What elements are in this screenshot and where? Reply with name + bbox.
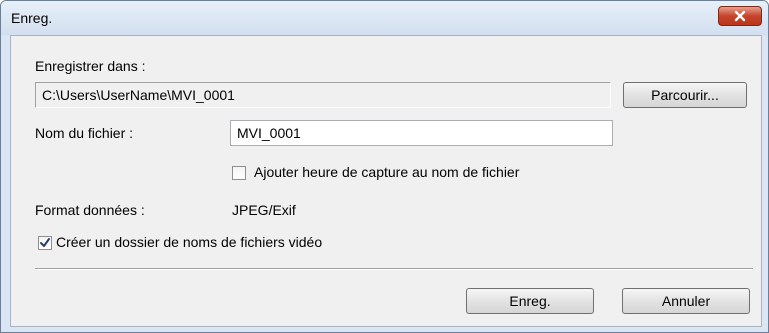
close-icon bbox=[733, 10, 747, 22]
create-folder-label[interactable]: Créer un dossier de noms de fichiers vid… bbox=[56, 234, 322, 250]
save-dialog-window: Enreg. Enregistrer dans : C:\Users\UserN… bbox=[0, 0, 769, 333]
add-capture-time-checkbox[interactable] bbox=[232, 166, 246, 180]
browse-button[interactable]: Parcourir... bbox=[623, 82, 747, 108]
save-button[interactable]: Enreg. bbox=[466, 288, 594, 314]
file-name-input[interactable] bbox=[230, 120, 613, 146]
separator-line bbox=[35, 268, 753, 270]
create-folder-checkbox[interactable] bbox=[38, 236, 52, 250]
data-format-value: JPEG/Exif bbox=[232, 202, 296, 218]
close-button[interactable] bbox=[718, 6, 762, 26]
save-path-display: C:\Users\UserName\MVI_0001 bbox=[35, 82, 611, 108]
file-name-label: Nom du fichier : bbox=[35, 125, 134, 141]
dialog-body: Enregistrer dans : C:\Users\UserName\MVI… bbox=[10, 35, 762, 327]
title-bar[interactable]: Enreg. bbox=[1, 1, 768, 35]
data-format-label: Format données : bbox=[35, 202, 145, 218]
save-in-label: Enregistrer dans : bbox=[35, 58, 146, 74]
cancel-button[interactable]: Annuler bbox=[622, 288, 750, 314]
add-capture-time-label[interactable]: Ajouter heure de capture au nom de fichi… bbox=[254, 164, 519, 180]
window-title: Enreg. bbox=[11, 10, 53, 26]
